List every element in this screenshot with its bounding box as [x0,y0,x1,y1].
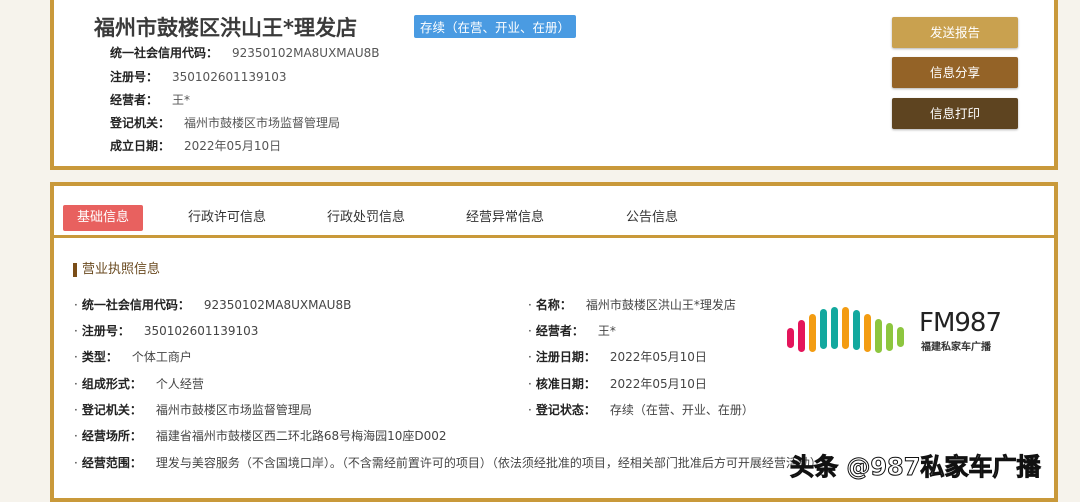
tab-abnormal-operation[interactable]: 经营异常信息 [466,205,544,231]
info-row: 登记状态：存续（在营、开业、在册） [528,401,754,418]
section-title: 营业执照信息 [73,263,160,277]
watermark: 头条 @987私家车广播 [789,453,1041,482]
send-report-button[interactable]: 发送报告 [892,17,1018,48]
tab-admin-license[interactable]: 行政许可信息 [188,205,266,231]
info-row: 统一社会信用代码：92350102MA8UXMAU8B [74,296,352,313]
tab-bar: 基础信息 行政许可信息 行政处罚信息 经营异常信息 公告信息 [54,190,1054,238]
company-title: 福州市鼓楼区洪山王*理发店 [94,16,357,40]
header-field: 成立日期： 2022年05月10日 [110,139,282,153]
company-header-card: 福州市鼓楼区洪山王*理发店 存续（在营、开业、在册） 统一社会信用代码： 9235… [50,0,1058,170]
tab-basic-info[interactable]: 基础信息 [63,205,144,231]
info-row: 类型：个体工商户 [74,348,192,365]
header-field: 登记机关： 福州市鼓楼区市场监督管理局 [110,116,341,130]
header-field: 经营者： 王* [110,93,191,107]
status-badge: 存续（在营、开业、在册） [414,15,577,38]
info-row: 注册号：350102601139103 [74,322,259,339]
info-row: 经营范围：理发与美容服务（不含国境口岸）。（不含需经前置许可的项目）（依法须经批… [74,454,822,471]
header-field: 注册号： 350102601139103 [110,70,287,84]
tab-admin-penalty[interactable]: 行政处罚信息 [327,205,405,231]
info-row: 组成形式：个人经营 [74,375,204,392]
info-row: 经营场所：福建省福州市鼓楼区西二环北路68号梅海园10座D002 [74,427,447,444]
info-row: 登记机关：福州市鼓楼区市场监督管理局 [74,401,312,418]
info-row: 注册日期：2022年05月10日 [528,348,707,365]
info-row: 核准日期：2022年05月10日 [528,375,707,392]
fm987-logo: FM987 福建私家车广播 [787,306,1002,360]
logo-subtitle: 福建私家车广播 [921,342,991,353]
sound-wave-icon [787,307,904,353]
info-row: 名称：福州市鼓楼区洪山王*理发店 [528,296,736,313]
info-row: 经营者：王* [528,322,616,339]
logo-name: FM987 [919,308,1002,338]
header-field: 统一社会信用代码： 92350102MA8UXMAU8B [110,46,380,60]
print-button[interactable]: 信息打印 [892,98,1018,129]
share-button[interactable]: 信息分享 [892,57,1018,88]
tab-announcements[interactable]: 公告信息 [626,205,678,231]
